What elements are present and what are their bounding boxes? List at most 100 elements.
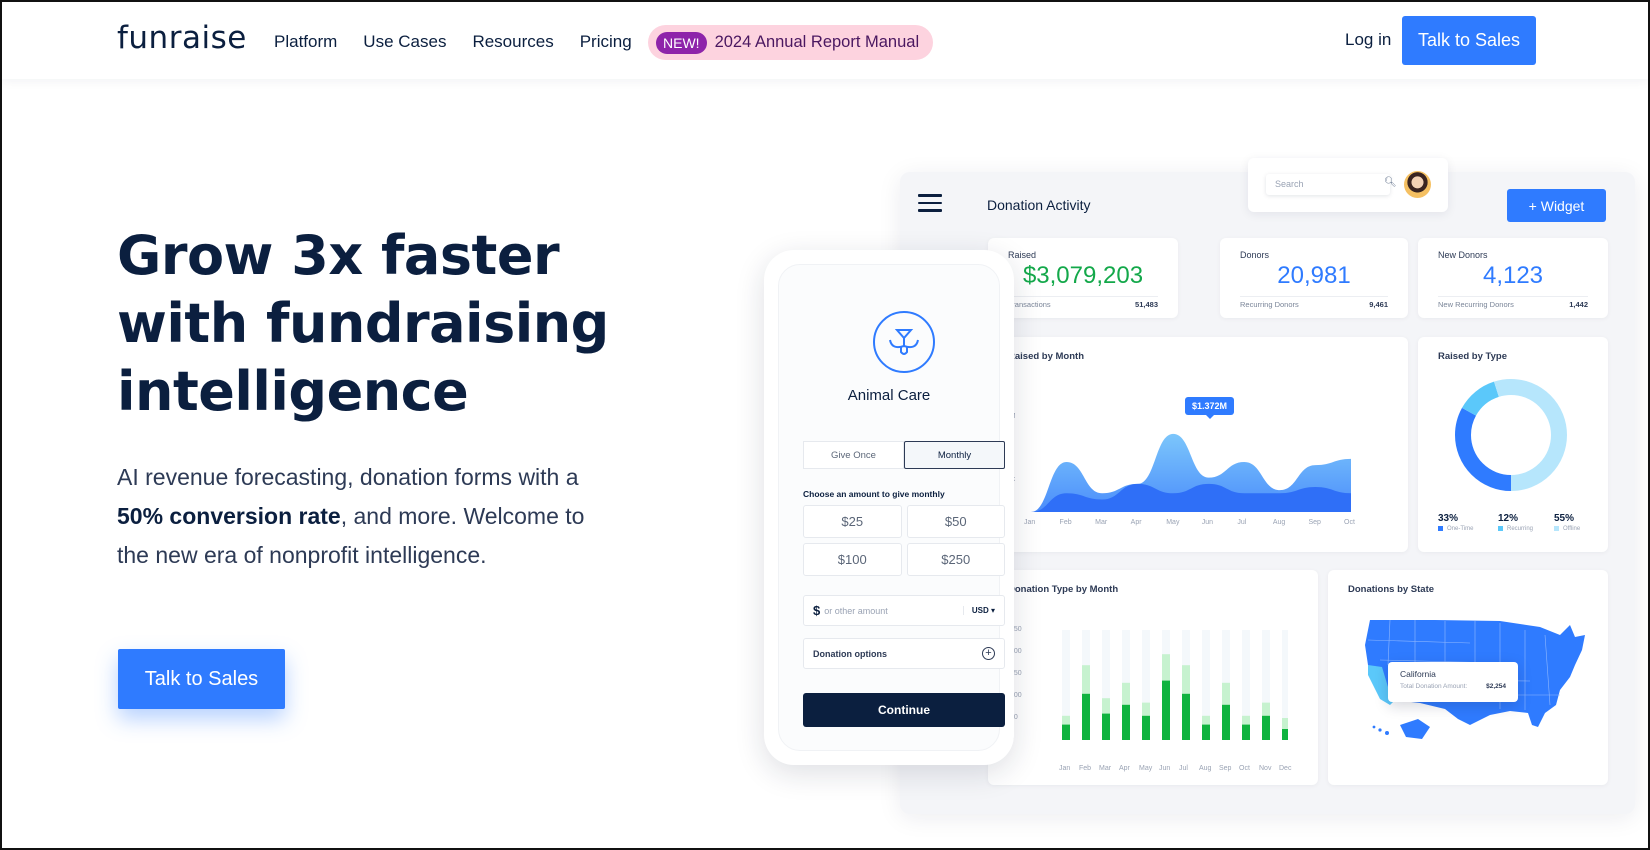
x-tick-label: Oct [1344,519,1355,526]
new-badge: NEW! [656,31,707,54]
x-tick-label: Aug [1199,765,1212,772]
x-tick-label: Jun [1201,519,1214,526]
kpi-value: 20,981 [1277,262,1351,289]
x-tick-label: Oct [1239,765,1250,772]
donation-type-by-month-card: Donation Type by Month 250200150100500Ja… [988,570,1318,785]
x-tick-label: Jan [1059,765,1071,772]
card-title: Donation Type by Month [1008,584,1119,595]
hero-title-line: intelligence [117,360,469,423]
donation-type-bar-chart [1062,630,1288,740]
x-tick-label: Apr [1130,519,1142,526]
amount-option[interactable]: $50 [906,505,1005,538]
donation-form-phone: Animal Care Give Once Monthly Choose an … [764,250,1014,765]
legend-label: Offline [1563,526,1581,533]
kpi-label: New Donors [1438,250,1488,260]
bar-dark [1102,713,1110,740]
hero-title-line: Grow 3x faster [117,224,560,287]
raised-by-month-card: Raised by Month $1.372M $2M$1.5M$1M$500k… [988,337,1408,552]
main-nav: Platform Use Cases Resources Pricing [274,32,632,52]
legend-label: Recurring [1507,526,1534,533]
amount-options: $25 $50 $100 $250 [803,505,1005,576]
raised-by-type-donut [1455,379,1567,491]
nav-use-cases[interactable]: Use Cases [363,32,446,52]
x-tick-label: Sep [1308,519,1321,526]
bar-dark [1282,729,1288,740]
bar-dark [1262,715,1270,740]
legend-pct: 33 [1438,513,1450,524]
bar-dark [1122,704,1130,740]
frequency-toggle: Give Once Monthly [803,441,1005,469]
currency-select[interactable]: USD ▾ [962,606,995,615]
legend-one-time: 33% One-Time [1438,513,1474,533]
bar-dark [1142,715,1150,740]
x-tick-label: Jun [1159,765,1171,772]
x-tick-label: Nov [1259,765,1272,772]
hero-title: Grow 3x faster with fundraising intellig… [117,222,609,426]
user-avatar[interactable] [1404,171,1431,198]
x-tick-label: Mar [1095,519,1108,526]
kpi-sub-value: 51,483 [1135,300,1158,309]
legend-recurring: 12% Recurring [1498,513,1534,533]
chart-tooltip: $1.372M [1185,397,1235,419]
kpi-raised: Raised $3,079,203 Transactions 51,483 [988,238,1178,318]
give-once-tab[interactable]: Give Once [803,441,904,469]
dashboard-search-input[interactable]: Search 🔍︎ [1266,174,1397,195]
amount-option[interactable]: $25 [803,505,902,538]
bar-dark [1082,693,1090,740]
bar-dark [1202,724,1210,740]
nav-resources[interactable]: Resources [472,32,553,52]
subtitle-text: AI revenue forecasting, donation forms w… [117,464,579,490]
bar-dark [1222,704,1230,740]
tooltip-value: $2,254 [1486,683,1506,690]
x-tick-label: Jul [1179,765,1188,772]
hero-subtitle: AI revenue forecasting, donation forms w… [117,458,587,575]
other-amount-placeholder: or other amount [824,605,888,616]
x-tick-label: Sep [1219,765,1232,772]
other-amount-input[interactable]: $ or other amount USD ▾ [803,595,1005,626]
state-tooltip: California Total Donation Amount: $2,254 [1388,662,1518,702]
search-icon[interactable]: 🔍︎ [1384,177,1397,188]
tooltip-label: Total Donation Amount: [1400,683,1468,690]
kpi-value: 4,123 [1482,262,1544,289]
legend-offline: 55% Offline [1554,513,1581,533]
card-title: Donations by State [1348,584,1435,595]
organization-name: Animal Care [847,387,931,404]
donation-options-toggle[interactable]: Donation options + [803,638,1005,669]
nav-platform[interactable]: Platform [274,32,337,52]
amount-option[interactable]: $100 [803,543,902,576]
x-tick-label: Aug [1272,519,1286,526]
talk-to-sales-header-button[interactable]: Talk to Sales [1402,16,1536,65]
hero-title-line: with fundraising [117,292,609,355]
dashboard-title: Donation Activity [987,197,1091,213]
amount-prompt: Choose an amount to give monthly [803,489,945,499]
donations-by-state-card: Donations by State California Total Dona… [1328,570,1608,785]
hamburger-menu-icon[interactable] [918,194,942,212]
top-nav: funraise Platform Use Cases Resources Pr… [2,2,1648,79]
tooltip-state: California [1400,669,1436,679]
legend-label: One-Time [1447,526,1474,533]
kpi-label: Donors [1240,250,1270,260]
kpi-sub-label: Recurring Donors [1240,300,1299,309]
talk-to-sales-hero-button[interactable]: Talk to Sales [118,649,285,709]
funraise-logo[interactable]: funraise [117,20,247,56]
raised-by-type-card: Raised by Type 33% One-Time 12% Recurring … [1418,337,1608,552]
donation-options-label: Donation options [813,648,887,659]
bar-dark [1162,680,1170,740]
x-tick-label: Feb [1079,765,1092,772]
bar-dark [1242,724,1250,740]
kpi-sub-value: 1,442 [1569,300,1588,309]
kpi-sub-value: 9,461 [1369,300,1388,309]
dollar-icon: $ [813,603,821,618]
x-tick-label: Jan [1024,519,1036,526]
kpi-sub-label: Transactions [1008,300,1051,309]
annual-report-promo[interactable]: NEW! 2024 Annual Report Manual [648,25,934,60]
nav-pricing[interactable]: Pricing [580,32,632,52]
add-widget-button[interactable]: + Widget [1507,189,1606,222]
x-tick-label: May [1139,765,1153,772]
kpi-label: Raised [1008,250,1037,260]
subtitle-highlight: 50% conversion rate [117,503,341,529]
login-link[interactable]: Log in [1345,30,1391,50]
monthly-tab[interactable]: Monthly [904,441,1005,469]
amount-option[interactable]: $250 [906,543,1005,576]
continue-button[interactable]: Continue [803,693,1005,727]
